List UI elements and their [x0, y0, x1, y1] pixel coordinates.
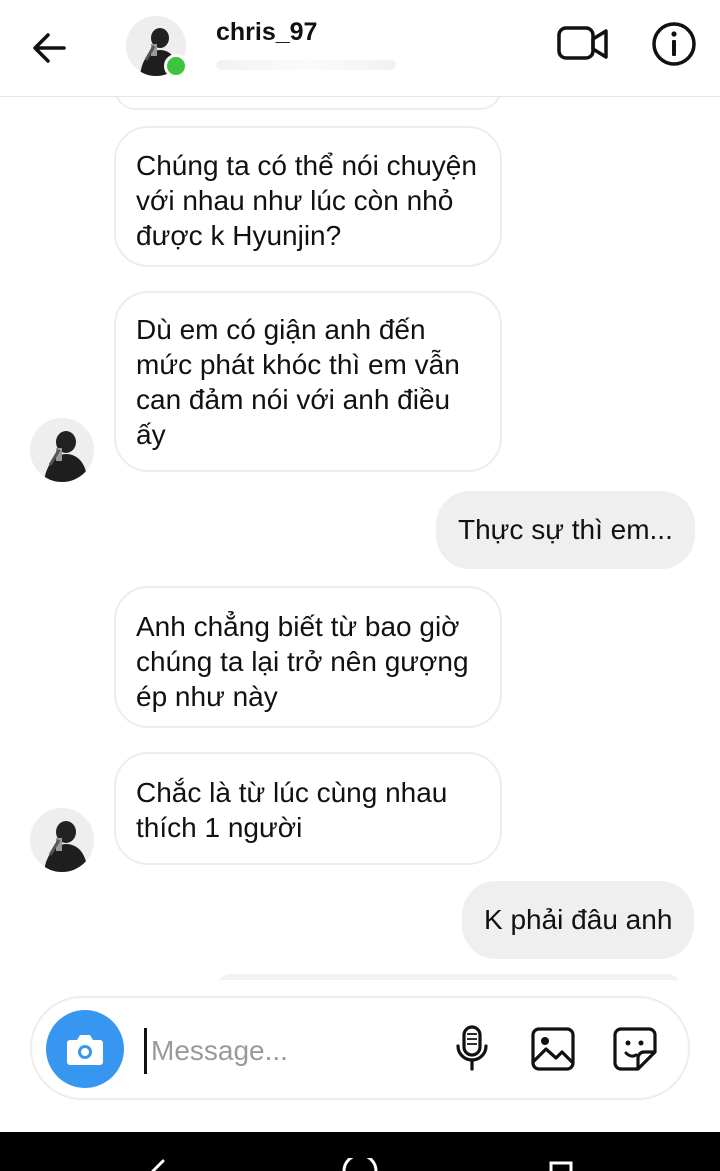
- message-bubble-partial: [216, 974, 682, 980]
- video-call-button[interactable]: [556, 22, 610, 66]
- chat-header: chris_97: [0, 0, 720, 97]
- camera-icon: [67, 1035, 103, 1065]
- info-button[interactable]: [650, 20, 698, 68]
- info-icon: [652, 22, 696, 66]
- gallery-button[interactable]: [530, 1026, 576, 1072]
- status-line: [216, 60, 396, 70]
- video-camera-icon: [557, 26, 608, 60]
- message-text: Chắc là từ lúc cùng nhau thích 1 người: [136, 777, 448, 843]
- arrow-left-icon: [33, 33, 66, 63]
- message-bubble-received[interactable]: Chắc là từ lúc cùng nhau thích 1 người: [114, 752, 502, 865]
- message-bubble-received[interactable]: Chúng ta có thể nói chuyện với nhau như …: [114, 126, 502, 267]
- online-status-dot: [164, 54, 188, 78]
- sticker-icon: [613, 1027, 657, 1071]
- sender-avatar[interactable]: [30, 418, 94, 482]
- message-text: Chúng ta có thể nói chuyện với nhau như …: [136, 150, 477, 251]
- message-input[interactable]: [144, 1028, 433, 1074]
- message-bubble-received[interactable]: Anh chẳng biết từ bao giờ chúng ta lại t…: [114, 586, 502, 728]
- message-bubble-partial: [114, 96, 502, 110]
- message-bubble-received[interactable]: Dù em có giận anh đến mức phát khóc thì …: [114, 291, 502, 472]
- message-text: Thực sự thì em...: [458, 514, 673, 545]
- message-composer: [30, 996, 690, 1100]
- back-triangle-icon[interactable]: [150, 1158, 176, 1171]
- message-text: Anh chẳng biết từ bao giờ chúng ta lại t…: [136, 611, 469, 712]
- gallery-icon: [531, 1027, 575, 1071]
- voice-message-button[interactable]: [452, 1024, 492, 1072]
- recents-square-icon[interactable]: [548, 1158, 574, 1171]
- sticker-button[interactable]: [612, 1026, 658, 1072]
- camera-button[interactable]: [46, 1010, 124, 1088]
- home-circle-icon[interactable]: [340, 1158, 380, 1171]
- message-bubble-sent[interactable]: Thực sự thì em...: [436, 491, 695, 569]
- message-text: Dù em có giận anh đến mức phát khóc thì …: [136, 314, 460, 450]
- sender-avatar[interactable]: [30, 808, 94, 872]
- system-navigation-bar: [0, 1132, 720, 1171]
- message-text: K phải đâu anh: [484, 904, 673, 935]
- back-button[interactable]: [28, 26, 72, 70]
- contact-username[interactable]: chris_97: [216, 18, 317, 47]
- message-bubble-sent[interactable]: K phải đâu anh: [462, 881, 695, 959]
- message-thread[interactable]: Chúng ta có thể nói chuyện với nhau như …: [0, 96, 720, 980]
- microphone-icon: [456, 1025, 488, 1071]
